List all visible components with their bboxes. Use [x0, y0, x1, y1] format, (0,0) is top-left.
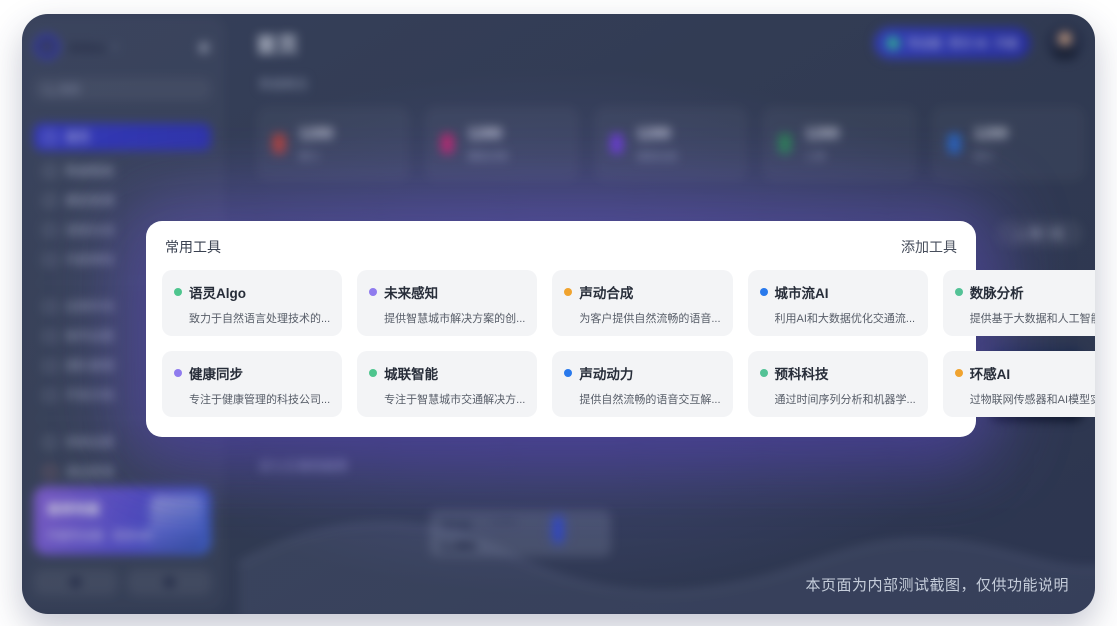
tool-status-dot-icon	[564, 288, 572, 296]
tool-name: 环感AI	[970, 363, 1011, 383]
tool-description: 致力于自然语言处理技术的...	[189, 310, 330, 326]
tool-description: 提供智慧城市解决方案的创...	[384, 310, 525, 326]
tool-card-chenglian-zhineng[interactable]: 城联智能 专注于智慧城市交通解决方...	[357, 351, 537, 417]
add-tool-button[interactable]: 添加工具	[901, 237, 957, 257]
tool-card-weilai-ganzhi[interactable]: 未来感知 提供智慧城市解决方案的创...	[357, 270, 537, 336]
tool-description: 利用AI和大数据优化交通流...	[775, 310, 916, 326]
modal-title: 常用工具	[165, 237, 221, 257]
tool-card-huangan-ai[interactable]: 环感AI 过物联网传感器和AI模型实...	[943, 351, 1095, 417]
tool-status-dot-icon	[174, 369, 182, 377]
tool-status-dot-icon	[760, 288, 768, 296]
modal-header: 常用工具 添加工具	[146, 221, 976, 270]
tool-status-dot-icon	[760, 369, 768, 377]
tool-card-yuling-algo[interactable]: 语灵Algo 致力于自然语言处理技术的...	[162, 270, 342, 336]
common-tools-modal: 常用工具 添加工具 语灵Algo 致力于自然语言处理技术的... 未来感知 提供…	[146, 221, 976, 437]
tool-name: 城联智能	[384, 363, 438, 383]
tool-description: 专注于智慧城市交通解决方...	[384, 391, 525, 407]
tool-status-dot-icon	[369, 369, 377, 377]
tool-card-chengshiliu-ai[interactable]: 城市流AI 利用AI和大数据优化交通流...	[748, 270, 928, 336]
tool-status-dot-icon	[955, 369, 963, 377]
screen: A AIdea ▾ ◧ 搜索 首页 数据看板	[0, 0, 1117, 626]
tool-name: 声动合成	[579, 282, 633, 302]
tool-card-shengdong-dongli[interactable]: 声动动力 提供自然流畅的语音交互解...	[552, 351, 732, 417]
tool-description: 为客户提供自然流畅的语音...	[579, 310, 720, 326]
tool-card-shengdong-hecheng[interactable]: 声动合成 为客户提供自然流畅的语音...	[552, 270, 732, 336]
tool-status-dot-icon	[564, 369, 572, 377]
app-window: A AIdea ▾ ◧ 搜索 首页 数据看板	[22, 14, 1095, 614]
watermark-caption: 本页面为内部测试截图，仅供功能说明	[805, 574, 1069, 595]
tool-description: 提供基于大数据和人工智能...	[970, 310, 1095, 326]
tool-name: 健康同步	[189, 363, 243, 383]
tool-status-dot-icon	[369, 288, 377, 296]
tool-name: 数脉分析	[970, 282, 1024, 302]
tool-card-shumai-fenxi[interactable]: 数脉分析 提供基于大数据和人工智能...	[943, 270, 1095, 336]
tool-status-dot-icon	[174, 288, 182, 296]
tool-description: 通过时间序列分析和机器学...	[775, 391, 916, 407]
tool-grid: 语灵Algo 致力于自然语言处理技术的... 未来感知 提供智慧城市解决方案的创…	[146, 270, 976, 435]
tool-description: 提供自然流畅的语音交互解...	[579, 391, 720, 407]
tool-name: 语灵Algo	[189, 282, 246, 302]
tool-status-dot-icon	[955, 288, 963, 296]
tool-card-yuke-keji[interactable]: 预科科技 通过时间序列分析和机器学...	[748, 351, 928, 417]
tool-card-jiankang-tongbu[interactable]: 健康同步 专注于健康管理的科技公司...	[162, 351, 342, 417]
tool-name: 预科科技	[775, 363, 829, 383]
tool-name: 城市流AI	[775, 282, 829, 302]
tool-description: 专注于健康管理的科技公司...	[189, 391, 330, 407]
tool-description: 过物联网传感器和AI模型实...	[970, 391, 1095, 407]
tool-name: 声动动力	[579, 363, 633, 383]
tool-name: 未来感知	[384, 282, 438, 302]
